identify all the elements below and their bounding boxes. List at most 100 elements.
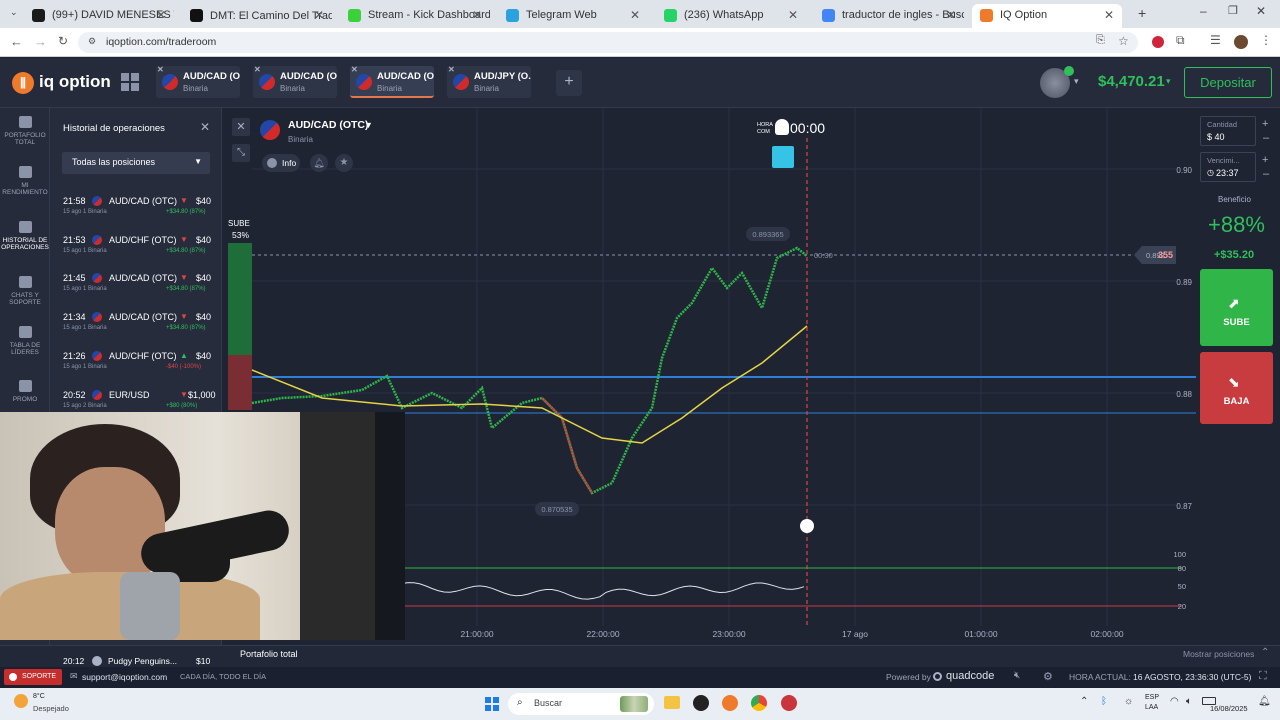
extensions-icon[interactable]: ⧉	[1176, 33, 1185, 48]
windows-start-icon[interactable]	[485, 697, 499, 711]
install-icon[interactable]: ⎘	[1096, 34, 1105, 47]
info-button[interactable]: Info	[262, 154, 300, 172]
tray-chevron-icon[interactable]: ⌃	[1080, 696, 1088, 707]
expiry-minus-icon[interactable]: –	[1263, 168, 1269, 180]
close-tab-icon[interactable]: ✕	[788, 8, 798, 22]
wifi-icon[interactable]: ◠	[1170, 696, 1179, 707]
file-explorer-icon[interactable]	[664, 696, 680, 709]
favorite-star-icon[interactable]: ★	[335, 154, 353, 172]
browser-menu-icon[interactable]: ⋮	[1260, 33, 1272, 47]
put-down-button[interactable]: ⬊ BAJA	[1200, 352, 1273, 424]
rail-item[interactable]: HISTORIAL DE OPERACIONES	[0, 221, 50, 251]
forward-icon[interactable]: →	[34, 34, 47, 49]
close-tab-icon[interactable]: ✕	[472, 8, 482, 22]
alert-bell-icon[interactable]: 🔔︎	[310, 154, 328, 172]
chrome-icon[interactable]	[751, 695, 767, 711]
amount-field[interactable]: Cantidad $ 40	[1200, 116, 1256, 146]
browser-tab[interactable]: IQ Option ✕	[972, 4, 1122, 28]
close-window-icon[interactable]: ✕	[1256, 4, 1266, 18]
url-field[interactable]: ⚙ iqoption.com/traderoom	[78, 32, 1138, 53]
close-asset-tab-icon[interactable]: ✕	[157, 66, 164, 74]
grid-menu-icon[interactable]	[121, 73, 139, 91]
taskbar-search[interactable]: ⌕ Buscar	[508, 693, 654, 715]
site-info-icon[interactable]: ⚙	[88, 36, 96, 47]
minimize-icon[interactable]: –	[1200, 4, 1207, 18]
close-tab-icon[interactable]: ✕	[156, 8, 166, 22]
bookmark-star-icon[interactable]: ☆	[1118, 34, 1129, 48]
extension-red-icon[interactable]	[1152, 36, 1164, 48]
tray-app-icon[interactable]: ☼	[1124, 696, 1133, 707]
fullscreen-icon[interactable]: ⛶	[1259, 670, 1267, 683]
browser-tab[interactable]: Telegram Web ✕	[498, 4, 648, 28]
show-positions-link[interactable]: Mostrar posiciones	[1183, 649, 1254, 659]
asset-tab[interactable]: ✕ AUD/CAD (O... Binaria	[350, 66, 434, 98]
amount-minus-icon[interactable]: –	[1263, 132, 1269, 144]
close-asset-tab-icon[interactable]: ✕	[254, 66, 261, 74]
mute-icon[interactable]: 🔇︎	[1014, 670, 1020, 681]
close-tab-icon[interactable]: ✕	[630, 8, 640, 22]
reload-icon[interactable]: ↻	[58, 34, 68, 48]
close-asset-tab-icon[interactable]: ✕	[351, 66, 358, 74]
support-button[interactable]: SOPORTE	[4, 669, 62, 685]
volume-icon[interactable]: 🔈︎	[1186, 696, 1192, 707]
reading-list-icon[interactable]: ☰	[1210, 33, 1221, 47]
history-row[interactable]: 21:53 15 ago 1 Binaria AUD/CHF (OTC) ▼ $40 +$…	[50, 229, 222, 267]
weather-icon[interactable]	[14, 694, 28, 708]
iq-app-icon[interactable]	[722, 695, 738, 711]
language-bottom[interactable]: LAA	[1145, 704, 1158, 711]
support-email[interactable]: support@iqoption.com	[82, 672, 167, 682]
tab-list-icon[interactable]: ⌄	[10, 7, 18, 18]
history-row[interactable]: 21:34 15 ago 1 Binaria AUD/CAD (OTC) ▼ $40 +$…	[50, 306, 222, 344]
browser-tab[interactable]: Stream - Kick Dashboard ✕	[340, 4, 490, 28]
browser-tab[interactable]: DMT: El Camino Del Trader 💰✕	[182, 4, 332, 28]
asset-tab[interactable]: ✕ AUD/CAD (O... Binaria	[156, 66, 240, 98]
asset-tab[interactable]: ✕ AUD/CAD (O... Binaria	[253, 66, 337, 98]
profile-avatar[interactable]	[1234, 35, 1248, 49]
balance-dropdown-icon[interactable]: ▾	[1166, 76, 1171, 87]
expiry-plus-icon[interactable]: +	[1262, 154, 1268, 166]
close-tab-icon[interactable]: ✕	[314, 8, 324, 22]
positions-filter[interactable]: Todas las posiciones ▼	[62, 152, 210, 174]
asset-tab[interactable]: ✕ AUD/JPY (O... Binaria	[447, 66, 531, 98]
language-top[interactable]: ESP	[1145, 694, 1159, 701]
history-row[interactable]: 21:58 15 ago 1 Binaria AUD/CAD (OTC) ▼ $40 +$…	[50, 190, 222, 228]
iq-logo-icon[interactable]: ⫼	[12, 72, 34, 94]
expiry-field[interactable]: Vencimi... ◷ 23:37	[1200, 152, 1256, 182]
browser-tab[interactable]: (99+) DAVID MENESES TRADER✕	[24, 4, 174, 28]
rail-item[interactable]: PORTAFOLIO TOTAL	[0, 116, 50, 146]
last-row-pair[interactable]: Pudgy Penguins...	[108, 656, 177, 666]
browser-tab[interactable]: traductor de ingles - Buscar co✕	[814, 4, 964, 28]
portfolio-total-tab[interactable]: Portafolio total	[240, 649, 298, 659]
amount-plus-icon[interactable]: +	[1262, 118, 1268, 130]
browser-tab[interactable]: (236) WhatsApp ✕	[656, 4, 806, 28]
deposit-button[interactable]: Depositar	[1184, 67, 1272, 98]
collapse-chart-icon[interactable]: ⤡	[232, 144, 250, 162]
back-icon[interactable]: ←	[10, 34, 23, 49]
close-asset-tab-icon[interactable]: ✕	[448, 66, 455, 74]
add-asset-button[interactable]: +	[556, 70, 582, 96]
bluetooth-icon[interactable]: ᛒ	[1101, 696, 1107, 707]
maximize-icon[interactable]: ❐	[1228, 4, 1238, 17]
rail-item[interactable]: CHATS Y SOPORTE	[0, 276, 50, 306]
chevron-up-icon[interactable]: ⌃	[1261, 647, 1269, 658]
obs-icon[interactable]	[693, 695, 709, 711]
app-extra-icon[interactable]	[781, 695, 797, 711]
rail-item[interactable]: TABLA DE LÍDERES	[0, 326, 50, 356]
rail-item[interactable]: PROMO	[0, 380, 50, 403]
asset-title[interactable]: AUD/CAD (OTC)	[288, 119, 369, 131]
asset-dropdown-icon[interactable]: ▼	[364, 120, 373, 130]
iq-logo-text[interactable]: iq option	[39, 72, 111, 92]
new-tab-icon[interactable]: +	[1138, 5, 1146, 21]
close-chart-icon[interactable]: ✕	[232, 118, 250, 136]
avatar-dropdown-icon[interactable]: ▾	[1074, 76, 1079, 87]
account-balance[interactable]: $4,470.21	[1098, 73, 1165, 90]
call-up-button[interactable]: ⬈ SUBE	[1200, 269, 1273, 346]
history-row[interactable]: 21:26 15 ago 1 Binaria AUD/CHF (OTC) ▲ $40 -$…	[50, 345, 222, 383]
rail-item[interactable]: MI RENDIMIENTO	[0, 166, 50, 196]
taskbar-date[interactable]: 16/08/2025	[1210, 704, 1248, 713]
settings-gear-icon[interactable]: ⚙	[1043, 670, 1053, 683]
trader-avatar-marker[interactable]	[772, 146, 794, 168]
close-history-icon[interactable]: ✕	[200, 120, 210, 134]
history-row[interactable]: 21:45 15 ago 1 Binaria AUD/CAD (OTC) ▼ $40 +$…	[50, 267, 222, 305]
notification-bell-icon[interactable]: 🔔︎	[1258, 696, 1271, 707]
